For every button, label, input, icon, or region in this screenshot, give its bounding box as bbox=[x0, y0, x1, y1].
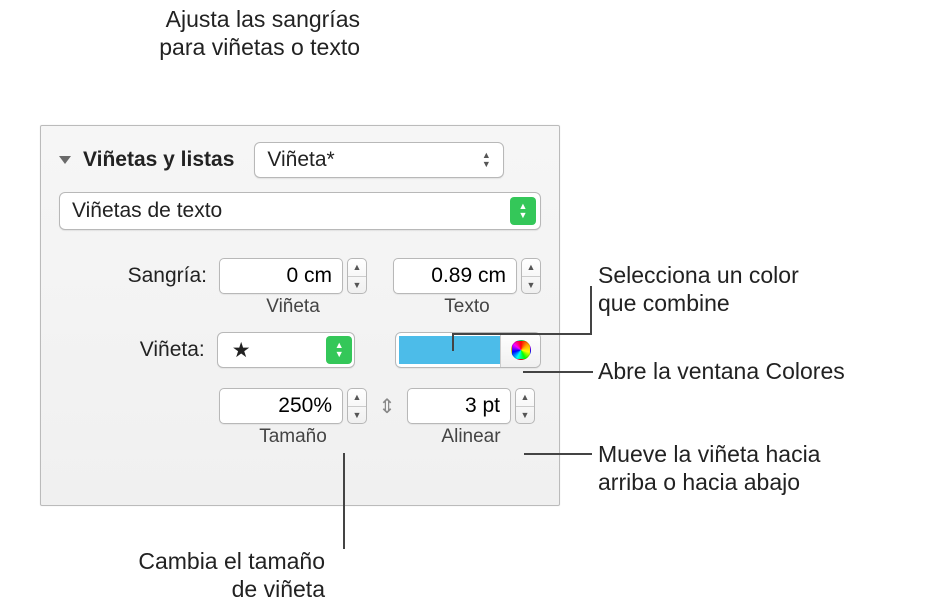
callout-leader bbox=[524, 453, 592, 455]
color-wheel-icon bbox=[511, 340, 531, 360]
callout-text: de viñeta bbox=[232, 576, 325, 602]
callout-align: Mueve la viñeta hacia arriba o hacia aba… bbox=[598, 441, 820, 496]
bullet-size-caption: Tamaño bbox=[219, 426, 367, 448]
callout-text: para viñetas o texto bbox=[159, 34, 360, 60]
text-indent-input[interactable] bbox=[393, 258, 517, 294]
stepper-buttons[interactable]: ▲▼ bbox=[521, 258, 541, 294]
section-title: Viñetas y listas bbox=[83, 148, 234, 172]
list-style-select[interactable]: Viñeta* ▲▼ bbox=[254, 142, 504, 178]
bullet-align-input[interactable] bbox=[407, 388, 511, 424]
disclosure-triangle-icon[interactable] bbox=[59, 156, 71, 164]
stepper-buttons[interactable]: ▲▼ bbox=[515, 388, 535, 424]
chevron-down-icon[interactable]: ▼ bbox=[348, 407, 366, 424]
bullet-indent-input[interactable] bbox=[219, 258, 343, 294]
chevron-up-icon[interactable]: ▲ bbox=[516, 389, 534, 407]
callout-leader bbox=[523, 371, 593, 373]
chevron-up-down-icon: ▲▼ bbox=[477, 152, 495, 168]
vertical-align-icon: ⇕ bbox=[375, 394, 399, 419]
callout-text: Selecciona un color bbox=[598, 262, 799, 288]
chevron-down-icon[interactable]: ▼ bbox=[348, 277, 366, 294]
text-indent-caption: Texto bbox=[393, 296, 541, 318]
callout-leader bbox=[590, 286, 592, 335]
callout-color-picker: Abre la ventana Colores bbox=[598, 358, 845, 386]
color-swatch[interactable] bbox=[396, 333, 500, 367]
callout-leader bbox=[343, 453, 345, 549]
bullet-size-input[interactable] bbox=[219, 388, 343, 424]
bullet-indent-stepper[interactable]: ▲▼ bbox=[219, 258, 367, 294]
bullet-align-caption: Alinear bbox=[407, 426, 535, 448]
callout-indent: Ajusta las sangrías para viñetas o texto bbox=[110, 6, 360, 61]
chevron-up-icon[interactable]: ▲ bbox=[348, 259, 366, 277]
list-style-value: Viñeta* bbox=[267, 148, 334, 172]
callout-leader bbox=[452, 333, 592, 335]
chevron-down-icon[interactable]: ▼ bbox=[522, 277, 540, 294]
chevron-up-down-icon: ▲▼ bbox=[326, 336, 352, 364]
stepper-buttons[interactable]: ▲▼ bbox=[347, 258, 367, 294]
callout-size: Cambia el tamaño de viñeta bbox=[80, 548, 325, 603]
callout-text: Mueve la viñeta hacia bbox=[598, 441, 820, 467]
color-control bbox=[395, 332, 541, 368]
chevron-up-down-icon: ▲▼ bbox=[510, 197, 536, 225]
callout-text: arriba o hacia abajo bbox=[598, 469, 800, 495]
color-picker-button[interactable] bbox=[500, 333, 540, 367]
chevron-up-icon[interactable]: ▲ bbox=[522, 259, 540, 277]
bullet-indent-caption: Viñeta bbox=[219, 296, 367, 318]
bullet-align-stepper[interactable]: ▲▼ bbox=[407, 388, 535, 424]
bullet-size-stepper[interactable]: ▲▼ bbox=[219, 388, 367, 424]
bullet-character-select[interactable]: ★ ▲▼ bbox=[217, 332, 355, 368]
callout-color: Selecciona un color que combine bbox=[598, 262, 799, 317]
callout-leader bbox=[452, 333, 454, 351]
star-icon: ★ bbox=[232, 338, 251, 363]
chevron-down-icon[interactable]: ▼ bbox=[516, 407, 534, 424]
callout-text: Cambia el tamaño bbox=[138, 548, 325, 574]
bullet-label: Viñeta: bbox=[59, 338, 205, 362]
stepper-buttons[interactable]: ▲▼ bbox=[347, 388, 367, 424]
callout-text: que combine bbox=[598, 290, 730, 316]
indent-label: Sangría: bbox=[59, 258, 207, 288]
callout-text: Abre la ventana Colores bbox=[598, 358, 845, 384]
bullet-type-select[interactable]: Viñetas de texto ▲▼ bbox=[59, 192, 541, 230]
bullets-lists-panel: Viñetas y listas Viñeta* ▲▼ Viñetas de t… bbox=[40, 125, 560, 506]
callout-text: Ajusta las sangrías bbox=[166, 6, 360, 32]
text-indent-stepper[interactable]: ▲▼ bbox=[393, 258, 541, 294]
bullet-type-value: Viñetas de texto bbox=[72, 199, 222, 223]
chevron-up-icon[interactable]: ▲ bbox=[348, 389, 366, 407]
